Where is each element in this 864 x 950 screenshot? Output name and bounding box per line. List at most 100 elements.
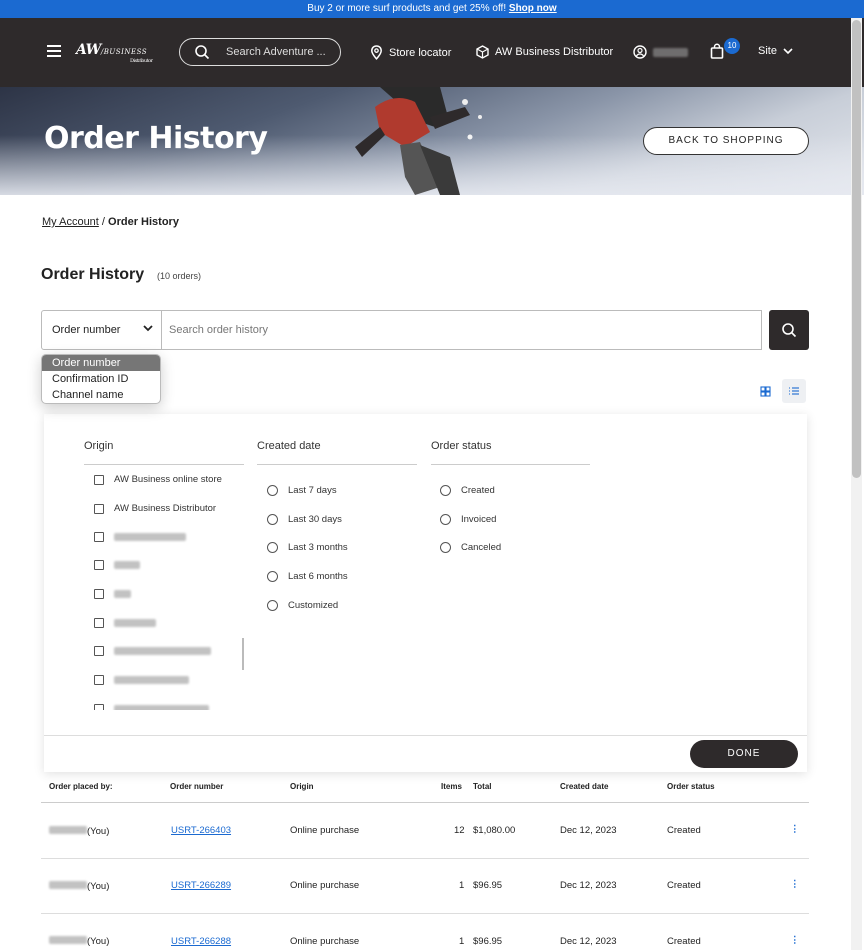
date-option[interactable]: Last 30 days [267, 514, 342, 525]
store-locator-link[interactable]: Store locator [370, 45, 451, 60]
date-option[interactable]: Last 6 months [267, 571, 348, 582]
dropdown-option-channel-name[interactable]: Channel name [42, 387, 160, 403]
more-actions-icon[interactable]: ⋮ [790, 935, 800, 946]
items-cell: 12 [454, 825, 465, 836]
origin-option[interactable] [94, 589, 131, 599]
date-option-label: Last 3 months [288, 542, 348, 553]
origin-option[interactable]: AW Business Distributor [94, 503, 216, 514]
items-cell: 1 [459, 936, 465, 947]
menu-icon[interactable] [47, 45, 61, 57]
status-cell: Created [667, 880, 701, 891]
radio[interactable] [267, 542, 278, 553]
origin-option[interactable] [94, 675, 189, 685]
origin-option[interactable] [94, 618, 156, 628]
radio[interactable] [267, 571, 278, 582]
status-option[interactable]: Invoiced [440, 514, 496, 525]
radio[interactable] [440, 485, 451, 496]
search-type-select[interactable]: Order number [41, 310, 162, 350]
breadcrumb: My Account / Order History [42, 216, 179, 228]
dropdown-option-confirmation-id[interactable]: Confirmation ID [42, 371, 160, 387]
site-header: AW/BUSINESS Distributor Search Adventure… [0, 18, 864, 87]
status-option[interactable]: Canceled [440, 542, 501, 553]
page-title: Order History [41, 266, 145, 283]
total-cell: $96.95 [473, 936, 503, 947]
date-cell: Dec 12, 2023 [560, 936, 617, 947]
more-actions-icon[interactable]: ⋮ [790, 824, 800, 835]
promo-banner: Buy 2 or more surf products and get 25% … [0, 0, 864, 18]
shop-now-link[interactable]: Shop now [509, 3, 557, 14]
list-view-button[interactable] [782, 379, 806, 403]
breadcrumb-my-account[interactable]: My Account [42, 216, 99, 228]
you-label: (You) [87, 826, 110, 837]
more-actions-icon[interactable]: ⋮ [790, 879, 800, 890]
origin-option[interactable] [94, 560, 140, 570]
account-menu[interactable] [633, 45, 688, 59]
site-selector[interactable]: Site [758, 45, 793, 57]
page-scrollbar[interactable] [851, 18, 862, 950]
you-label: (You) [87, 881, 110, 892]
header-placed-by: Order placed by: [49, 782, 113, 791]
origin-option[interactable] [94, 646, 211, 656]
redacted-text [114, 590, 131, 598]
order-number-link[interactable]: USRT-266288 [171, 936, 231, 947]
order-number-link[interactable]: USRT-266403 [171, 825, 231, 836]
origin-options-list[interactable]: AW Business online store AW Business Dis… [84, 466, 244, 710]
radio[interactable] [267, 600, 278, 611]
filter-panel: Origin Created date Order status AW Busi… [44, 414, 807, 772]
checkbox[interactable] [94, 474, 104, 485]
checkbox[interactable] [94, 675, 104, 685]
done-button[interactable]: DONE [690, 740, 798, 768]
order-number-link[interactable]: USRT-266289 [171, 880, 231, 891]
grid-icon [760, 386, 771, 397]
order-search-placeholder: Search order history [169, 324, 269, 336]
header-order-status: Order status [667, 782, 715, 791]
chevron-down-icon [143, 325, 153, 332]
back-to-shopping-button[interactable]: BACK TO SHOPPING [643, 127, 809, 155]
checkbox[interactable] [94, 560, 104, 570]
scrollbar-thumb[interactable] [852, 20, 861, 478]
date-option[interactable]: Last 7 days [267, 485, 337, 496]
items-cell: 1 [459, 880, 465, 891]
radio[interactable] [267, 514, 278, 525]
checkbox[interactable] [94, 618, 104, 628]
date-option-label: Last 6 months [288, 571, 348, 582]
origin-scrollbar[interactable] [242, 638, 244, 670]
checkbox[interactable] [94, 646, 104, 656]
distributor-link[interactable]: AW Business Distributor [476, 45, 613, 59]
origin-option[interactable]: AW Business online store [94, 474, 222, 485]
checkbox[interactable] [94, 704, 104, 710]
breadcrumb-current: Order History [108, 216, 179, 228]
header-created-date: Created date [560, 782, 609, 791]
table-header: Order placed by: Order number Origin Ite… [0, 782, 864, 802]
radio[interactable] [267, 485, 278, 496]
checkbox[interactable] [94, 503, 104, 514]
you-label: (You) [87, 936, 110, 947]
brand-logo[interactable]: AW/BUSINESS Distributor [76, 42, 153, 64]
radio[interactable] [440, 514, 451, 525]
header-search[interactable]: Search Adventure ... [179, 38, 341, 66]
table-row: (You) USRT-266289 Online purchase 1 $96.… [0, 858, 864, 914]
origin-option[interactable] [94, 532, 186, 542]
date-option[interactable]: Customized [267, 600, 338, 611]
account-name-redacted [653, 47, 688, 57]
date-option[interactable]: Last 3 months [267, 542, 348, 553]
user-icon [633, 45, 647, 59]
list-icon [789, 387, 799, 395]
search-icon [195, 45, 210, 60]
distributor-label: AW Business Distributor [495, 46, 614, 58]
search-button[interactable] [769, 310, 809, 350]
checkbox[interactable] [94, 532, 104, 542]
redacted-text [114, 647, 211, 655]
cart-button[interactable] [710, 43, 724, 59]
status-option[interactable]: Created [440, 485, 495, 496]
order-count: (10 orders) [157, 271, 202, 281]
order-search-input[interactable]: Search order history [161, 310, 762, 350]
radio[interactable] [440, 542, 451, 553]
divider [431, 464, 590, 465]
dropdown-option-order-number[interactable]: Order number [42, 355, 160, 371]
origin-option[interactable] [94, 704, 209, 710]
filter-origin-heading: Origin [84, 440, 114, 452]
checkbox[interactable] [94, 589, 104, 599]
box-icon [476, 45, 489, 59]
grid-view-button[interactable] [756, 381, 776, 401]
